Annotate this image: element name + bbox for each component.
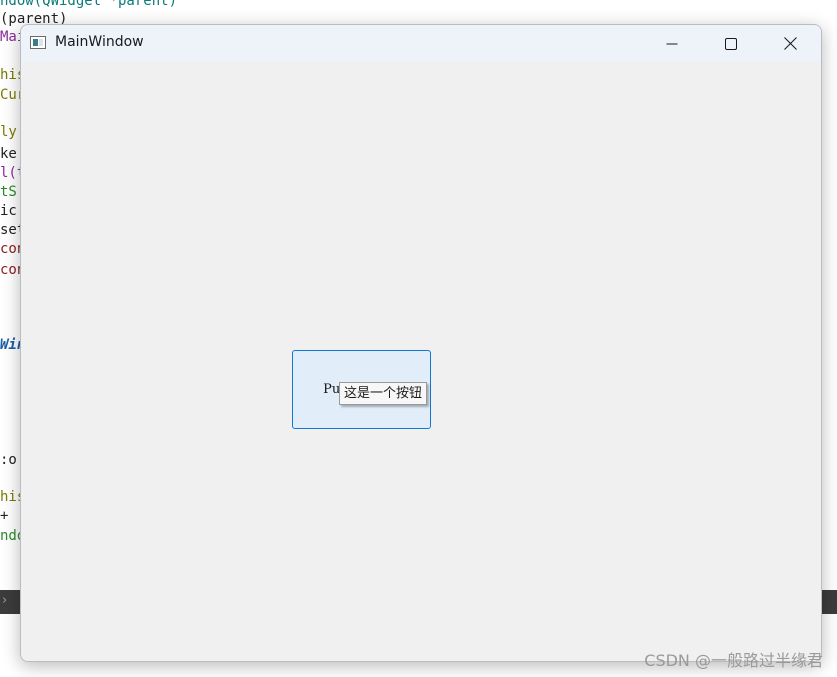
desktop-stage: ndow(QWidget *parent) (parent) Mai his C… <box>0 0 837 677</box>
close-icon <box>783 37 797 50</box>
minimize-icon <box>666 43 678 44</box>
minimize-button[interactable] <box>643 25 701 62</box>
chevron-right-icon[interactable]: › <box>2 593 7 608</box>
window-titlebar[interactable]: MainWindow <box>21 25 821 62</box>
code-line: :o <box>0 452 17 468</box>
code-line: ke <box>0 146 17 162</box>
window-title: MainWindow <box>55 34 144 50</box>
qt-window-icon <box>30 36 46 49</box>
close-button[interactable] <box>761 25 819 62</box>
code-line: ndow(QWidget *parent) <box>0 0 178 9</box>
csdn-watermark: CSDN @一般路过半缘君 <box>644 651 823 670</box>
window-client-area: PushButton <box>21 62 821 661</box>
push-button-tooltip: 这是一个按钮 <box>339 382 428 405</box>
main-window: MainWindow PushButton <box>20 24 822 662</box>
code-line: + <box>0 508 9 524</box>
maximize-button[interactable] <box>702 25 760 62</box>
code-line: ly <box>0 124 17 140</box>
code-line: tS <box>0 184 17 200</box>
maximize-icon <box>725 37 737 50</box>
code-line: ic <box>0 203 17 219</box>
